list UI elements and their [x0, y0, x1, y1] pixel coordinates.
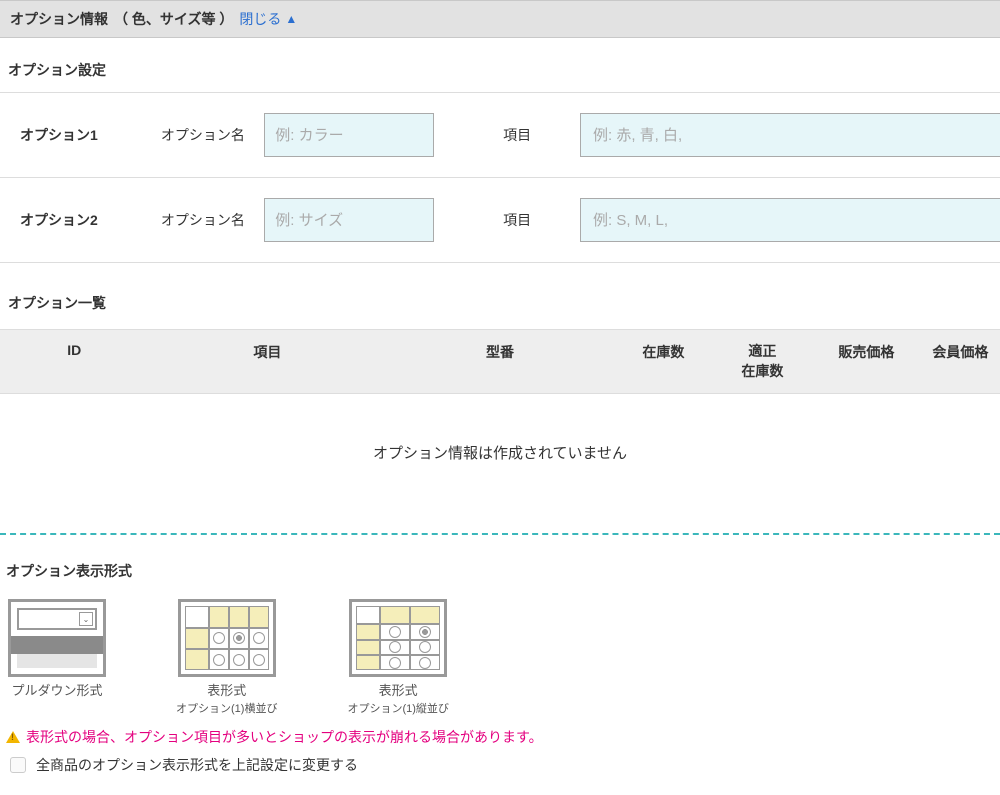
th-member-price: 会員価格 — [921, 342, 1000, 381]
format-pulldown[interactable]: ⌄ プルダウン形式 — [8, 599, 106, 717]
option-2-name-input[interactable] — [264, 198, 434, 242]
apply-all-row: 全商品のオプション表示形式を上記設定に変更する — [0, 751, 1000, 795]
close-toggle[interactable]: 閉じる ▲ — [239, 9, 297, 29]
header-title: オプション情報 — [10, 9, 108, 29]
section-header: オプション情報 （ 色、サイズ等 ） 閉じる ▲ — [0, 0, 1000, 38]
warning-text: 表形式の場合、オプション項目が多いとショップの表示が崩れる場合があります。 — [26, 727, 543, 747]
format-table-horizontal[interactable]: 表形式 オプション(1)横並び — [176, 599, 277, 717]
option-2-name-label: オプション名 — [161, 210, 264, 230]
warning-row: 表形式の場合、オプション項目が多いとショップの表示が崩れる場合があります。 — [0, 717, 1000, 751]
empty-message: オプション情報は作成されていません — [0, 394, 1000, 523]
option-1-name-input[interactable] — [264, 113, 434, 157]
format-caption-pulldown: プルダウン形式 — [11, 683, 102, 700]
option-row-1: オプション1 オプション名 項目 — [0, 93, 1000, 178]
header-subtitle: （ 色、サイズ等 ） — [114, 9, 233, 29]
apply-all-checkbox[interactable] — [10, 757, 26, 773]
th-item: 項目 — [149, 342, 387, 381]
close-label: 閉じる — [239, 9, 281, 29]
option-1-item-input[interactable] — [580, 113, 1000, 157]
warning-icon — [6, 731, 20, 743]
th-model: 型番 — [386, 342, 614, 381]
pulldown-preview-icon: ⌄ — [8, 599, 106, 677]
option-table-header: ID 項目 型番 在庫数 適正 在庫数 販売価格 会員価格 — [0, 329, 1000, 394]
option-1-label: オプション1 — [20, 125, 161, 145]
option-1-name-label: オプション名 — [161, 125, 264, 145]
option-2-item-label: 項目 — [484, 210, 550, 230]
format-table-vertical[interactable]: 表形式 オプション(1)縦並び — [347, 599, 448, 717]
option-row-2: オプション2 オプション名 項目 — [0, 178, 1000, 263]
format-caption-th: 表形式 オプション(1)横並び — [176, 683, 277, 717]
option-2-label: オプション2 — [20, 210, 161, 230]
th-id: ID — [0, 342, 149, 381]
chevron-up-icon: ▲ — [285, 12, 297, 26]
divider — [0, 533, 1000, 535]
format-options: ⌄ プルダウン形式 表形式 オプション(1)横並び — [0, 599, 1000, 717]
table-vertical-preview-icon — [349, 599, 447, 677]
th-price: 販売価格 — [812, 342, 921, 381]
apply-all-label: 全商品のオプション表示形式を上記設定に変更する — [36, 755, 358, 775]
table-horizontal-preview-icon — [178, 599, 276, 677]
option-settings-title: オプション設定 — [0, 38, 1000, 93]
format-caption-tv: 表形式 オプション(1)縦並び — [347, 683, 448, 717]
th-proper-stock: 適正 在庫数 — [713, 342, 812, 381]
display-format-title: オプション表示形式 — [0, 561, 1000, 599]
th-stock: 在庫数 — [614, 342, 713, 381]
option-1-item-label: 項目 — [484, 125, 550, 145]
option-2-item-input[interactable] — [580, 198, 1000, 242]
option-list-title: オプション一覧 — [0, 263, 1000, 329]
